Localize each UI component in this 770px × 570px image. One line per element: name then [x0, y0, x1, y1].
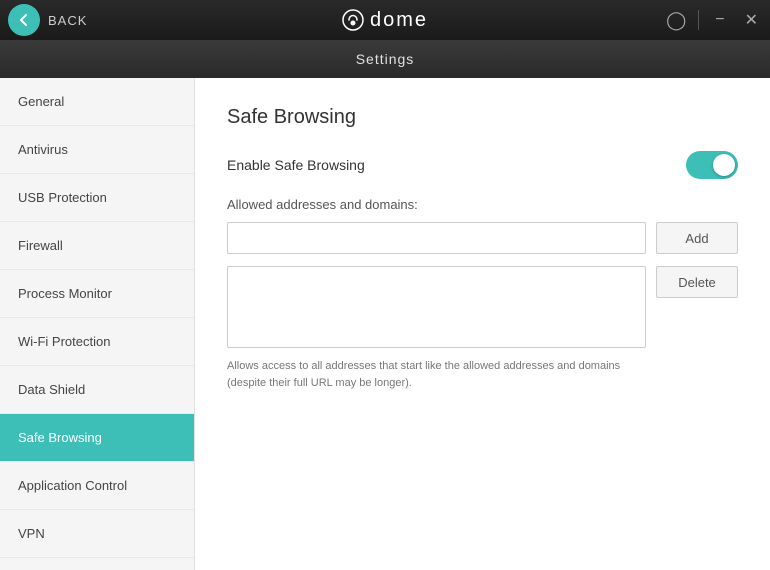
address-input[interactable]: [227, 222, 646, 254]
textarea-row: Delete: [227, 266, 738, 348]
enable-row: Enable Safe Browsing: [227, 151, 738, 179]
delete-button[interactable]: Delete: [656, 266, 738, 298]
sidebar: General Antivirus USB Protection Firewal…: [0, 78, 195, 570]
enable-toggle[interactable]: [686, 151, 738, 179]
sidebar-item-vpn[interactable]: VPN: [0, 510, 194, 558]
enable-label: Enable Safe Browsing: [227, 157, 365, 173]
sidebar-item-wifi-protection[interactable]: Wi-Fi Protection: [0, 318, 194, 366]
hint-text: Allows access to all addresses that star…: [227, 358, 637, 391]
user-icon[interactable]: ◯: [666, 10, 686, 31]
allowed-label: Allowed addresses and domains:: [227, 197, 738, 212]
address-input-row: Add: [227, 222, 738, 254]
add-button[interactable]: Add: [656, 222, 738, 254]
delete-col: Delete: [656, 266, 738, 348]
sidebar-item-safe-browsing[interactable]: Safe Browsing: [0, 414, 194, 462]
sidebar-item-data-shield[interactable]: Data Shield: [0, 366, 194, 414]
sidebar-item-application-control[interactable]: Application Control: [0, 462, 194, 510]
window-controls: ◯ − ✕: [666, 10, 762, 31]
settings-title: Settings: [356, 51, 415, 67]
logo-text: dome: [370, 9, 428, 32]
sidebar-item-general[interactable]: General: [0, 78, 194, 126]
minimize-button[interactable]: −: [711, 11, 728, 29]
back-area: BACK: [8, 4, 666, 36]
titlebar: BACK dome ◯ − ✕: [0, 0, 770, 40]
settings-header: Settings: [0, 40, 770, 78]
page-title: Safe Browsing: [227, 106, 738, 129]
address-textarea[interactable]: [227, 266, 646, 348]
main-layout: General Antivirus USB Protection Firewal…: [0, 78, 770, 570]
sidebar-item-usb-protection[interactable]: USB Protection: [0, 174, 194, 222]
back-button[interactable]: [8, 4, 40, 36]
logo-icon: [342, 9, 364, 31]
sidebar-item-antivirus[interactable]: Antivirus: [0, 126, 194, 174]
back-label: BACK: [48, 13, 87, 28]
sidebar-item-firewall[interactable]: Firewall: [0, 222, 194, 270]
close-button[interactable]: ✕: [741, 10, 762, 30]
content-area: Safe Browsing Enable Safe Browsing Allow…: [195, 78, 770, 570]
sidebar-item-process-monitor[interactable]: Process Monitor: [0, 270, 194, 318]
separator: [698, 10, 699, 30]
logo-area: dome: [342, 9, 428, 32]
